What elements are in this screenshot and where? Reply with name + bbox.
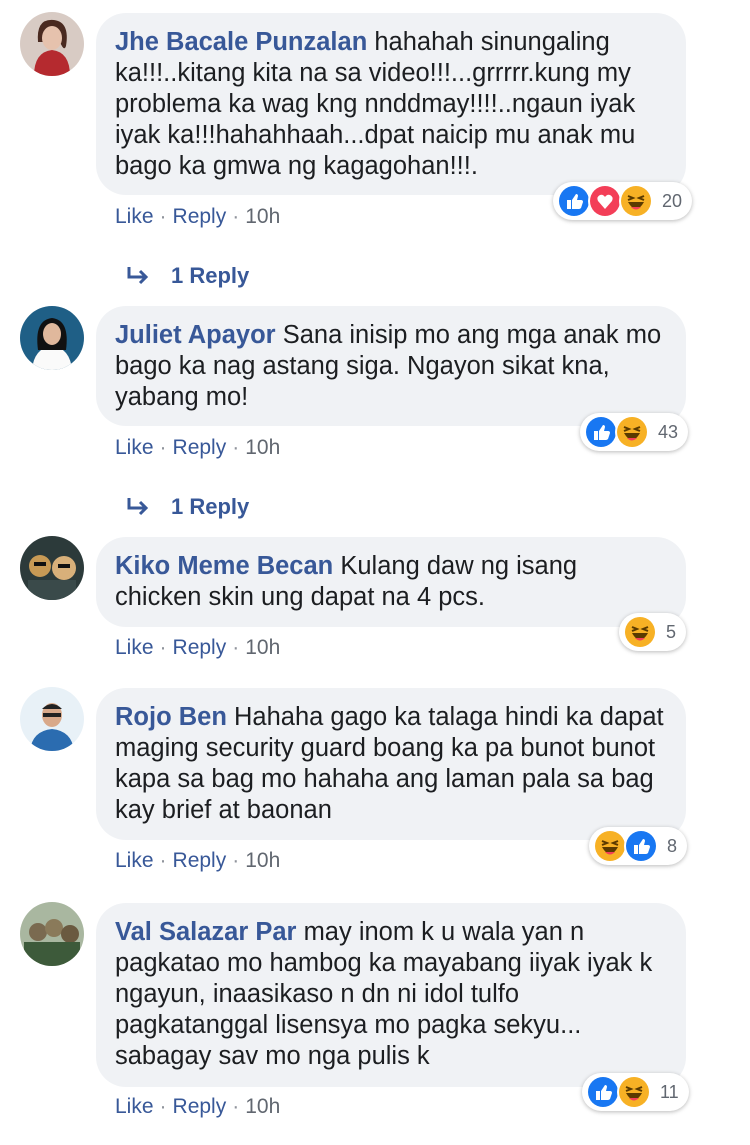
- separator: ·: [159, 205, 167, 228]
- like-reaction-icon: [586, 1075, 620, 1109]
- reply-button[interactable]: Reply: [173, 205, 227, 228]
- haha-reaction-icon: [615, 415, 649, 449]
- reply-button[interactable]: Reply: [173, 849, 227, 872]
- reaction-count: 11: [660, 1081, 679, 1102]
- reaction-summary[interactable]: 20: [553, 182, 693, 220]
- separator: ·: [159, 1095, 167, 1118]
- like-button[interactable]: Like: [115, 436, 154, 459]
- comment-author[interactable]: Rojo Ben: [115, 703, 227, 731]
- view-replies-link[interactable]: 1 Reply: [125, 263, 249, 289]
- reaction-summary[interactable]: 8: [589, 827, 688, 865]
- comment-timestamp[interactable]: 10h: [245, 436, 280, 459]
- haha-reaction-icon: [619, 184, 653, 218]
- like-reaction-icon: [624, 829, 658, 863]
- like-button[interactable]: Like: [115, 1095, 154, 1118]
- like-reaction-icon: [557, 184, 591, 218]
- haha-reaction-icon: [617, 1075, 651, 1109]
- comment-author[interactable]: Juliet Apayor: [115, 321, 276, 349]
- comment-actions: Like · Reply · 10h: [115, 849, 280, 873]
- like-button[interactable]: Like: [115, 636, 154, 659]
- comment-timestamp[interactable]: 10h: [245, 205, 280, 228]
- avatar[interactable]: [20, 306, 84, 370]
- separator: ·: [232, 436, 240, 459]
- separator: ·: [159, 636, 167, 659]
- comment-author[interactable]: Jhe Bacale Punzalan: [115, 28, 367, 56]
- comment-timestamp[interactable]: 10h: [245, 636, 280, 659]
- comment-bubble: Juliet Apayor Sana inisip mo ang mga ana…: [96, 306, 686, 426]
- like-button[interactable]: Like: [115, 849, 154, 872]
- separator: ·: [232, 636, 240, 659]
- comment-timestamp[interactable]: 10h: [245, 849, 280, 872]
- replies-count-label: 1 Reply: [171, 263, 250, 288]
- avatar[interactable]: [20, 687, 84, 751]
- comment-actions: Like · Reply · 10h: [115, 205, 280, 229]
- reaction-count: 8: [667, 835, 678, 856]
- separator: ·: [232, 205, 240, 228]
- separator: ·: [232, 1095, 240, 1118]
- avatar[interactable]: [20, 536, 84, 600]
- comment-author[interactable]: Kiko Meme Becan: [115, 552, 333, 580]
- reply-button[interactable]: Reply: [173, 436, 227, 459]
- comment-author[interactable]: Val Salazar Par: [115, 918, 296, 946]
- reply-button[interactable]: Reply: [173, 1095, 227, 1118]
- reaction-count: 5: [666, 621, 677, 642]
- reaction-count: 43: [658, 421, 679, 442]
- love-reaction-icon: [588, 184, 622, 218]
- view-replies-link[interactable]: 1 Reply: [125, 494, 249, 520]
- like-reaction-icon: [584, 415, 618, 449]
- separator: ·: [159, 849, 167, 872]
- comment-actions: Like · Reply · 10h: [115, 636, 280, 660]
- like-button[interactable]: Like: [115, 205, 154, 228]
- reply-arrow-icon: [127, 498, 149, 516]
- reaction-summary[interactable]: 43: [580, 413, 689, 451]
- separator: ·: [232, 849, 240, 872]
- comment-bubble: Val Salazar Par may inom k u wala yan n …: [96, 903, 686, 1087]
- avatar[interactable]: [20, 12, 84, 76]
- reaction-summary[interactable]: 11: [582, 1073, 689, 1111]
- separator: ·: [159, 436, 167, 459]
- reaction-summary[interactable]: 5: [619, 613, 687, 651]
- comment-bubble: Kiko Meme Becan Kulang daw ng isang chic…: [96, 537, 686, 627]
- haha-reaction-icon: [623, 615, 657, 649]
- reply-button[interactable]: Reply: [173, 636, 227, 659]
- reply-arrow-icon: [127, 267, 149, 285]
- comment-actions: Like · Reply · 10h: [115, 1095, 280, 1119]
- comment-timestamp[interactable]: 10h: [245, 1095, 280, 1118]
- comment-bubble: Rojo Ben Hahaha gago ka talaga hindi ka …: [96, 688, 686, 840]
- haha-reaction-icon: [593, 829, 627, 863]
- comment-actions: Like · Reply · 10h: [115, 436, 280, 460]
- replies-count-label: 1 Reply: [171, 494, 250, 519]
- comment-bubble: Jhe Bacale Punzalan hahahah sinungaling …: [96, 13, 686, 195]
- reaction-count: 20: [662, 190, 683, 211]
- avatar[interactable]: [20, 902, 84, 966]
